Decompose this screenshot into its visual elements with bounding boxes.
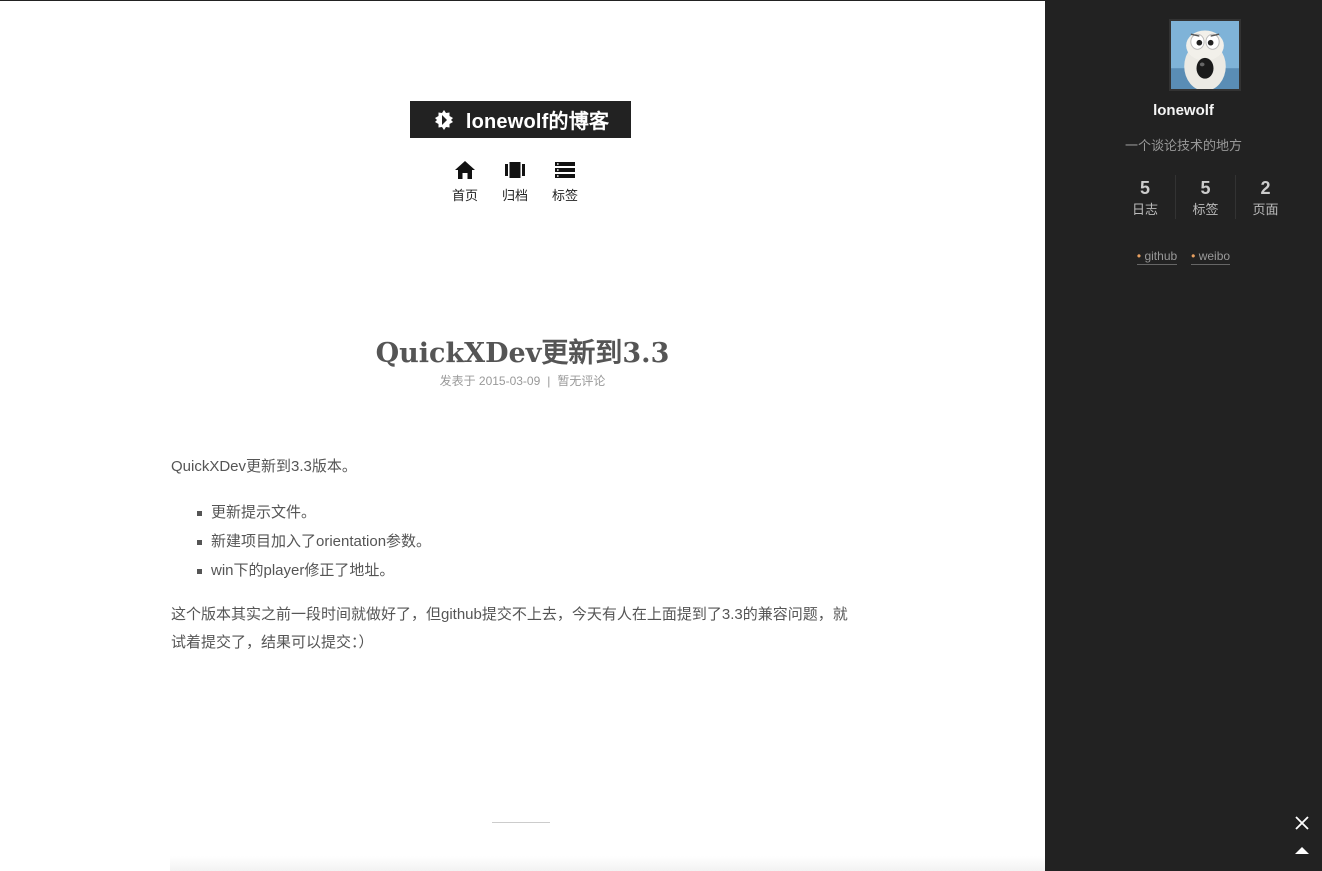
author-name: lonewolf: [1153, 102, 1214, 119]
list-item: 新建项目加入了orientation参数。: [197, 527, 861, 556]
post-intro: QuickXDev更新到3.3版本。: [171, 458, 357, 475]
post-outro: 这个版本其实之前一段时间就做好了，但github提交不上去，今天有人在上面提到了…: [171, 606, 848, 651]
post-divider: [492, 822, 550, 823]
social-links: github weibo: [1045, 249, 1322, 265]
post-date: 发表于 2015-03-09: [439, 374, 541, 388]
avatar: [1169, 19, 1241, 91]
list-item: win下的player修正了地址。: [197, 556, 861, 585]
meta-separator: |: [547, 374, 551, 388]
nav-item-tags[interactable]: 标签: [546, 159, 584, 204]
stat-count: 5: [1200, 178, 1211, 198]
sidebar: lonewolf 一个谈论技术的地方 5 日志 5 标签 2 页面 github…: [1045, 1, 1322, 871]
nav-item-home[interactable]: 首页: [446, 159, 484, 204]
change-list: 更新提示文件。 新建项目加入了orientation参数。 win下的playe…: [197, 498, 861, 585]
sidebar-close-icon[interactable]: [1292, 813, 1312, 833]
stat-tags[interactable]: 5 标签: [1175, 175, 1235, 219]
home-icon: [455, 161, 475, 179]
post-body: QuickXDev更新到3.3版本。 更新提示文件。 新建项目加入了orient…: [171, 453, 861, 657]
back-to-top-icon[interactable]: [1292, 842, 1312, 858]
stat-pages[interactable]: 2 页面: [1235, 175, 1295, 219]
nav-item-archive[interactable]: 归档: [496, 159, 534, 204]
github-link[interactable]: github: [1136, 249, 1178, 265]
site-brand[interactable]: lonewolf的博客: [410, 101, 631, 138]
stat-label: 日志: [1131, 202, 1158, 217]
brand-logo-icon: [432, 108, 456, 132]
bottom-shade: [170, 856, 1045, 871]
stat-label: 页面: [1252, 202, 1279, 217]
list-item: 更新提示文件。: [197, 498, 861, 527]
post-meta: 发表于 2015-03-09 | 暂无评论: [0, 372, 1045, 389]
brand-title: lonewolf的博客: [465, 111, 610, 133]
stat-count: 2: [1260, 178, 1271, 198]
nav-item-label: 首页: [451, 188, 478, 203]
tags-icon: [555, 162, 575, 178]
site-stats: 5 日志 5 标签 2 页面: [1115, 175, 1295, 219]
main-content: lonewolf的博客 首页 归档 标签 QuickXDev更新到3.3 发表于…: [0, 1, 1045, 871]
comment-count-link[interactable]: 暂无评论: [557, 374, 605, 388]
archive-icon: [505, 162, 525, 178]
post-title[interactable]: QuickXDev更新到3.3: [0, 331, 1045, 370]
main-nav: 首页 归档 标签: [446, 159, 584, 204]
site-description: 一个谈论技术的地方: [1124, 138, 1242, 153]
stat-label: 标签: [1192, 202, 1219, 217]
stat-posts[interactable]: 5 日志: [1115, 175, 1175, 219]
weibo-link[interactable]: weibo: [1191, 249, 1231, 265]
nav-item-label: 标签: [551, 188, 578, 203]
nav-item-label: 归档: [501, 188, 528, 203]
stat-count: 5: [1139, 178, 1150, 198]
